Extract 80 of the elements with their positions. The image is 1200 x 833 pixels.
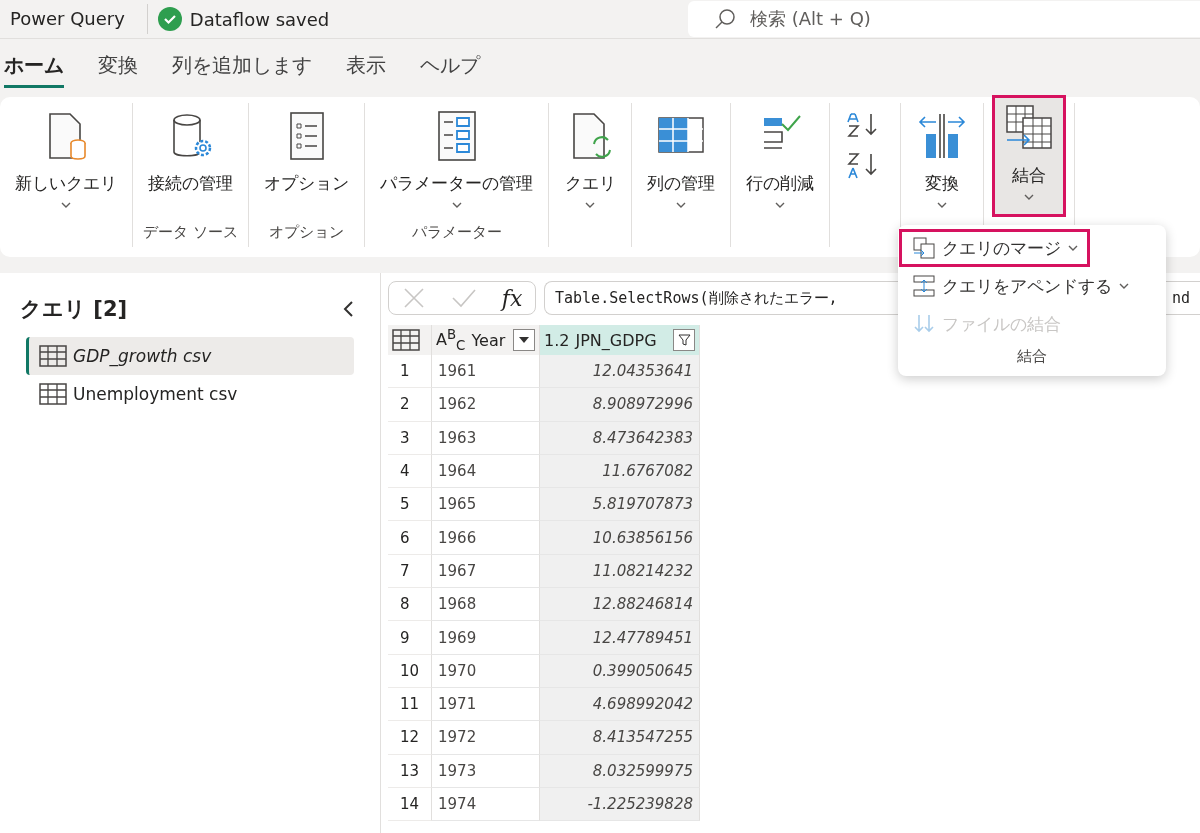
menu-group-label: 結合 [1017,347,1047,366]
table-icon [39,345,67,367]
table-cell: 4.698992042 [540,687,700,722]
check-icon[interactable] [450,288,477,308]
table-cell: -1.225239828 [540,787,700,822]
table-cell: 1974 [432,787,540,822]
table-cell: 1966 [432,521,540,555]
menu-item[interactable]: クエリのマージ [899,229,1090,267]
table-cell: 8.413547255 [540,721,700,755]
table-cell: 12.88246814 [540,588,700,622]
column-name: JPN_GDPG [575,330,657,350]
chevron-icon [584,201,596,209]
caret-icon [519,337,529,343]
table-cell: 1972 [432,721,540,755]
ribbon-tab[interactable]: ホーム [4,46,64,88]
group-label: データ ソース [143,223,238,243]
query-item[interactable]: GDP_growth csv [26,337,354,375]
group-label: オプション [269,223,344,243]
ribbon-button[interactable]: 新しいクエリ [4,103,128,223]
ribbon-button[interactable]: オプション [253,103,360,223]
table-icon [39,383,67,405]
search-icon [714,8,736,30]
table-cell: 1964 [432,454,540,489]
table-cell: 10.63856156 [540,521,700,555]
chevron-icon [450,201,463,209]
table-cell: 11.08214232 [540,554,700,589]
chevron-icon [1023,193,1035,201]
ribbon-button[interactable]: 列の管理 [636,103,726,223]
ribbon-button[interactable]: パラメーターの管理 [369,103,544,223]
table-cell: 1968 [432,588,540,622]
table-cell: 5.819707873 [540,488,700,522]
queries-title: クエリ [2] [20,296,128,323]
table-cell: 12.47789451 [540,621,700,655]
table-cell: 1965 [432,488,540,522]
ribbon-button[interactable]: 行の削減 [735,103,825,223]
ribbon-tab[interactable]: 列を追加します [172,46,312,88]
collapse-icon[interactable] [342,300,354,318]
table-cell: 1961 [432,355,540,389]
chevron-icon [1067,244,1079,252]
filter-icon [677,333,691,347]
append-tables-icon [912,274,936,298]
column-header[interactable]: A$^{B}$$_{C}$ Year [432,325,540,355]
table-cell: 0.399050645 [540,654,700,688]
ribbon-tab[interactable]: 表示 [346,46,386,88]
column-name: Year [471,330,506,350]
chevron-icon [1118,282,1130,290]
ribbon-tab[interactable]: 変換 [98,46,138,88]
status-text: Dataflow saved [189,8,330,30]
chevron-icon [774,201,786,209]
column-header[interactable]: 1.2 JPN_GDPG [540,325,700,355]
table-cell: 11.6767082 [540,454,700,489]
table-icon [392,329,420,351]
filter-button[interactable] [673,329,695,351]
table-cell: 12.04353641 [540,355,700,389]
ribbon-button[interactable]: 接続の管理 [137,103,244,223]
app-title: Power Query [0,4,148,34]
table-cell: 1963 [432,421,540,455]
group-label: パラメーター [411,223,502,243]
table-cell: 1969 [432,621,540,655]
merge-tables-icon [912,236,936,260]
table-cell: 8.473642383 [540,421,700,455]
ribbon-button[interactable]: 変換 [905,103,979,223]
query-item[interactable]: Unemployment csv [26,375,354,413]
table-cell: 1970 [432,654,540,688]
ribbon-button[interactable]: 結合 [992,95,1066,217]
table-cell: 8.908972996 [540,388,700,422]
ribbon-tab[interactable]: ヘルプ [420,46,480,88]
search-field[interactable]: 検索 (Alt + Q) [688,1,1200,37]
chevron-icon [936,201,948,209]
fx-label: fx [501,285,523,311]
ribbon-button[interactable]: クエリ [553,103,627,223]
table-cell: 1962 [432,388,540,422]
table-cell: 1973 [432,754,540,788]
table-cell: 1967 [432,554,540,589]
dropdown-button[interactable] [513,329,535,351]
chevron-icon [60,201,72,209]
chevron-icon [675,201,687,209]
table-cell: 1971 [432,687,540,722]
type-label: 1.2 [544,330,570,350]
table-cell: 8.032599975 [540,754,700,788]
